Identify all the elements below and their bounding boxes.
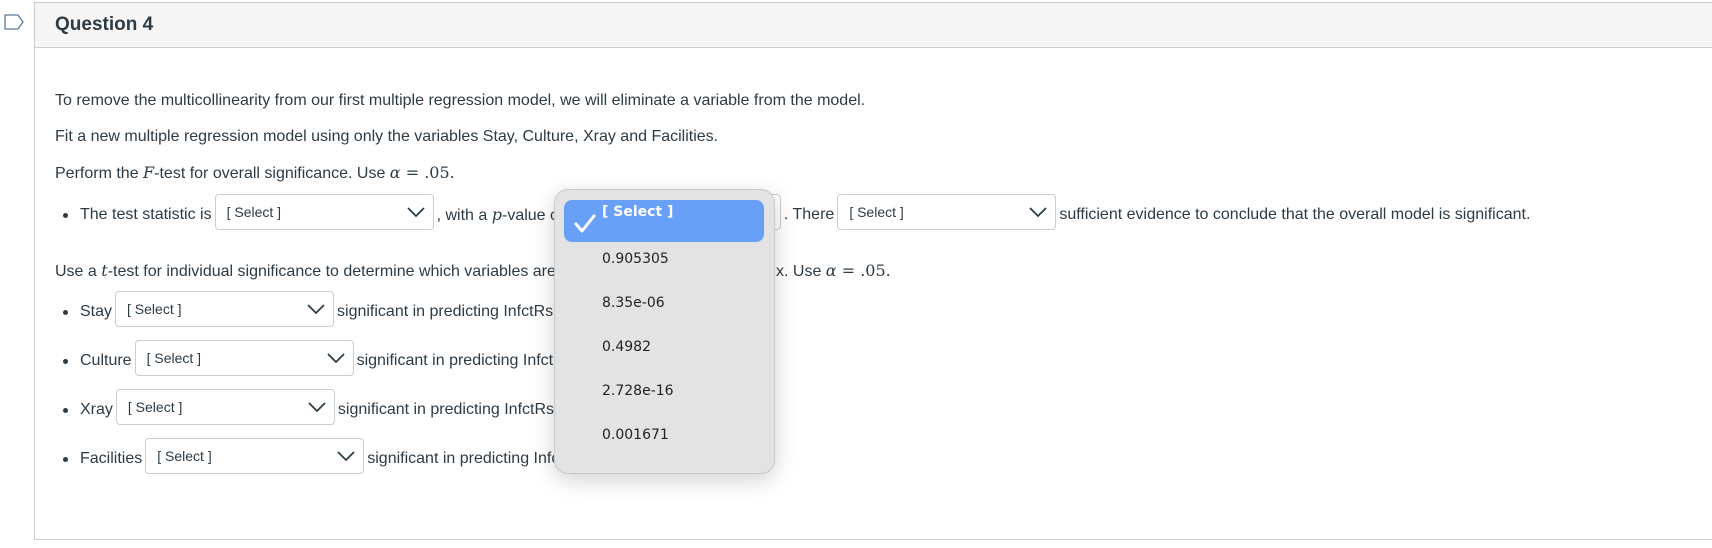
ftest-pre: Perform the [55,165,144,182]
variable-row-culture: Culture [ Select ] significant in predic… [55,340,586,379]
ftest-var: F [143,163,155,182]
variable-row-stay: Stay [ Select ] significant in predictin… [55,291,566,330]
ftest-instruction: Perform the F-test for overall significa… [55,163,455,183]
chevron-down-icon [326,353,345,364]
variable-name: Xray [80,401,113,418]
chevron-down-icon [307,304,325,315]
dropdown-option[interactable]: 8.35e-06 [564,282,764,324]
bullet-dot [63,309,68,315]
dropdown-option[interactable]: 0.905305 [564,238,764,280]
bookmark-flag-icon[interactable] [4,14,24,30]
p-value-label: , with a p-value o [436,205,559,224]
chevron-down-icon [406,207,425,218]
evidence-suffix: sufficient evidence to conclude that the… [1059,206,1531,223]
xray-significance-select[interactable]: [ Select ] [115,389,335,425]
dropdown-option[interactable]: 2.728e-16 [564,370,764,412]
checkmark-icon [574,214,596,233]
select-value: [ Select ] [849,204,904,220]
variable-name: Culture [80,352,132,369]
variable-suffix: significant in predicting InfctRsk. [337,401,567,418]
bullet-dot [63,456,68,462]
intro-text-1: To remove the multicollinearity from our… [55,92,866,109]
test-statistic-label: The test statistic is [80,206,212,223]
culture-significance-select[interactable]: [ Select ] [134,340,354,376]
select-value: [ Select ] [157,448,212,464]
ftest-post: -test for overall significance. Use [154,165,390,182]
dropdown-option[interactable]: 0.001671 [564,414,764,456]
alpha-symbol: α [389,163,401,182]
chevron-down-icon [337,451,355,462]
dropdown-option[interactable]: 0.4982 [564,326,764,368]
select-value: [ Select ] [226,204,282,220]
variable-name: Stay [80,303,113,320]
variable-suffix: significant in predicting InfctRsk. [337,303,566,320]
question-header: Question 4 [35,3,1712,48]
p-value-dropdown-menu: [ Select ] 0.905305 8.35e-06 0.4982 2.72… [554,189,775,474]
variable-suffix: significant in predicting InfctRsk. [356,352,586,369]
test-statistic-select[interactable]: [ Select ] [214,194,434,230]
ttest-instruction: Use a t-test for individual significance… [55,261,556,280]
select-value: [ Select ] [127,301,182,317]
dropdown-option-selected[interactable]: [ Select ] [564,200,764,242]
bullet-dot [63,407,68,413]
bullet-dot [63,212,68,218]
there-label: . There [783,206,835,223]
alpha-value: = .05. [400,163,455,182]
intro-text-2: Fit a new multiple regression model usin… [55,128,719,145]
test-statistic-row: The test statistic is [ Select ] , with … [55,194,1531,233]
ttest-alpha: x. Use α = .05. [776,261,891,280]
chevron-down-icon [1029,207,1047,218]
variable-row-facilities: Facilities [ Select ] significant in pre… [55,438,596,477]
select-value: [ Select ] [146,350,202,366]
select-value: [ Select ] [127,399,183,415]
evidence-select[interactable]: [ Select ] [837,194,1057,230]
chevron-down-icon [308,402,326,413]
facilities-significance-select[interactable]: [ Select ] [145,438,365,474]
stay-significance-select[interactable]: [ Select ] [115,291,335,327]
bullet-dot [63,358,68,364]
variable-row-xray: Xray [ Select ] significant in predictin… [55,389,567,428]
question-title: Question 4 [55,14,154,35]
variable-name: Facilities [80,450,143,467]
